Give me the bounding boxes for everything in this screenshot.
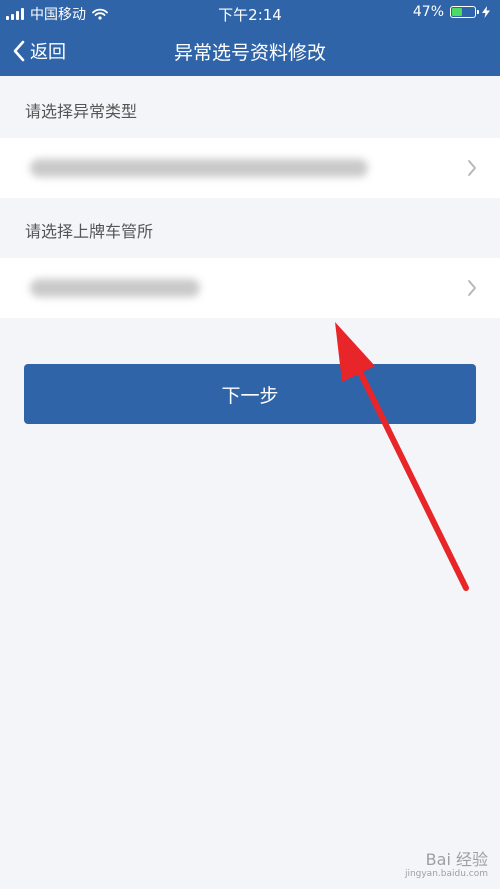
- battery-percent: 47%: [412, 4, 444, 20]
- charging-bolt-icon: [482, 6, 490, 18]
- watermark-logo: Bai 经验: [425, 850, 488, 869]
- battery-icon: [450, 6, 479, 18]
- annotation-arrow: [335, 322, 469, 591]
- exception-type-value: [30, 159, 368, 177]
- chevron-right-icon: [468, 280, 476, 296]
- section-label-vehicle-office: 请选择上牌车管所: [25, 222, 154, 241]
- battery-fill: [452, 8, 463, 16]
- page-title: 异常选号资料修改: [173, 42, 326, 64]
- status-right: 47%: [413, 4, 490, 20]
- top-bar: 中国移动 下午2:14 47% 返回 异常选号资料修改: [0, 0, 500, 76]
- section-label-exception-type: 请选择异常类型: [25, 102, 138, 121]
- chevron-right-icon: [468, 160, 476, 176]
- watermark: Bai 经验 jingyan.baidu.com: [404, 850, 488, 880]
- exception-type-select[interactable]: [0, 138, 500, 198]
- watermark-url: jingyan.baidu.com: [404, 869, 488, 879]
- next-step-button[interactable]: 下一步: [24, 364, 476, 424]
- vehicle-office-select[interactable]: [0, 258, 500, 318]
- vehicle-office-value: [30, 279, 200, 297]
- status-bar: 中国移动 下午2:14 47%: [0, 0, 500, 26]
